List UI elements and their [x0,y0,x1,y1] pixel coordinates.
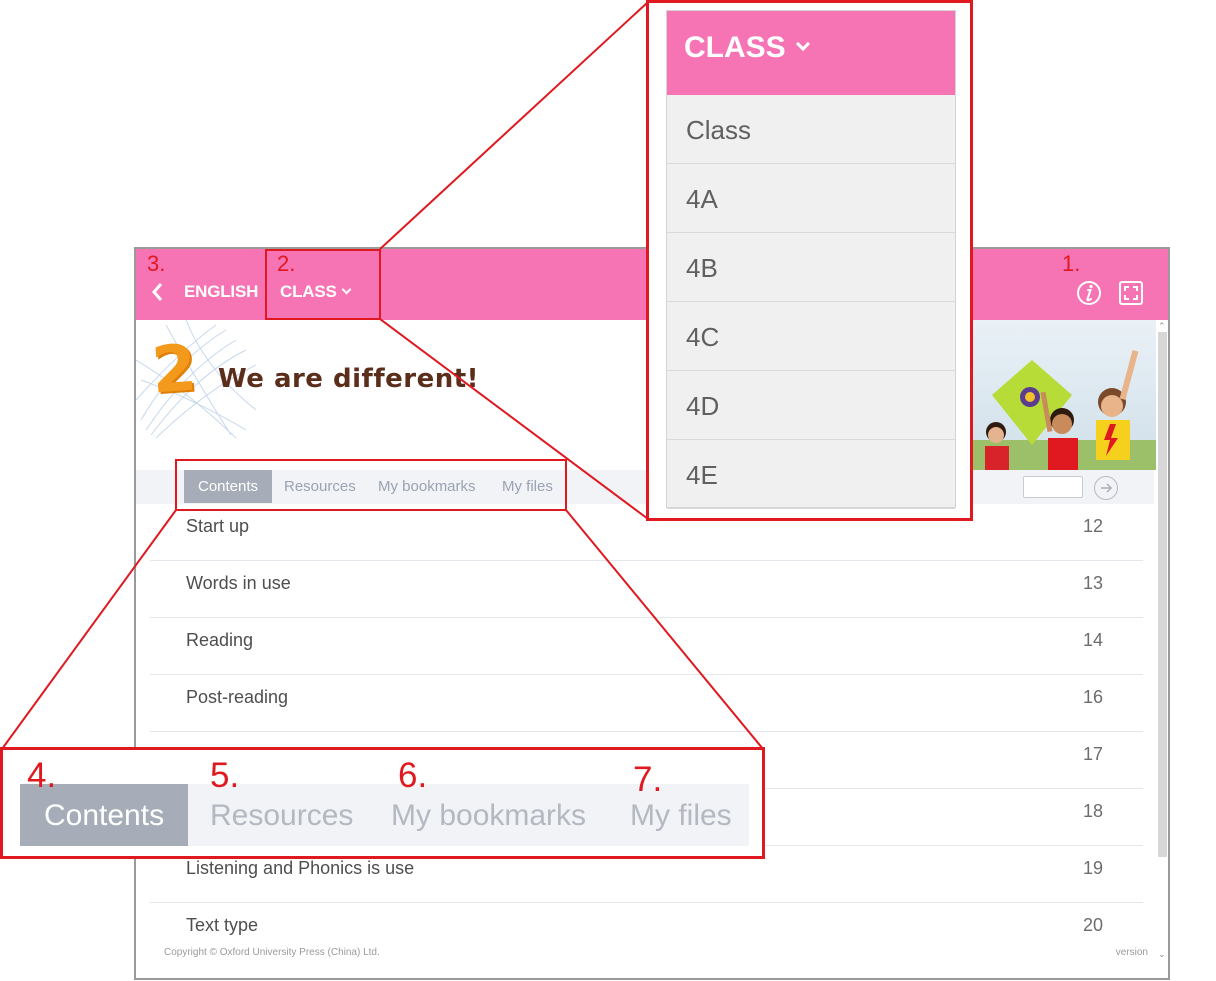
class-option[interactable]: Class [667,95,955,164]
callout-number-7: 7. [633,760,663,799]
class-option-label: 4E [686,460,718,490]
class-option-label: 4A [686,184,718,214]
class-dropdown-title: CLASS [684,31,786,64]
callout-number-6: 6. [398,756,428,795]
callout-number-3: 3. [147,251,166,276]
callout-number-4: 4. [27,756,57,795]
class-option-label: 4D [686,391,720,421]
callout-number-5: 5. [210,756,240,795]
callout-number-1: 1. [1062,251,1081,276]
class-option-label: 4B [686,253,718,283]
class-option[interactable]: 4E [667,440,955,509]
tabs-highlight [175,459,567,511]
class-option[interactable]: 4B [667,233,955,302]
class-option-label: 4C [686,322,720,352]
class-option[interactable]: 4D [667,371,955,440]
class-dropdown-header[interactable]: CLASS [667,11,955,95]
class-option[interactable]: 4C [667,302,955,371]
tabs-zoom: Contents Resources My bookmarks My files… [0,747,765,859]
class-dropdown-zoom: CLASS Class 4A 4B 4C 4D 4E [646,0,973,521]
chevron-down-icon [795,36,811,52]
class-dropdown-menu: CLASS Class 4A 4B 4C 4D 4E [666,10,956,509]
class-option[interactable]: 4A [667,164,955,233]
callout-number-2: 2. [277,251,296,276]
class-option-label: Class [686,115,752,145]
